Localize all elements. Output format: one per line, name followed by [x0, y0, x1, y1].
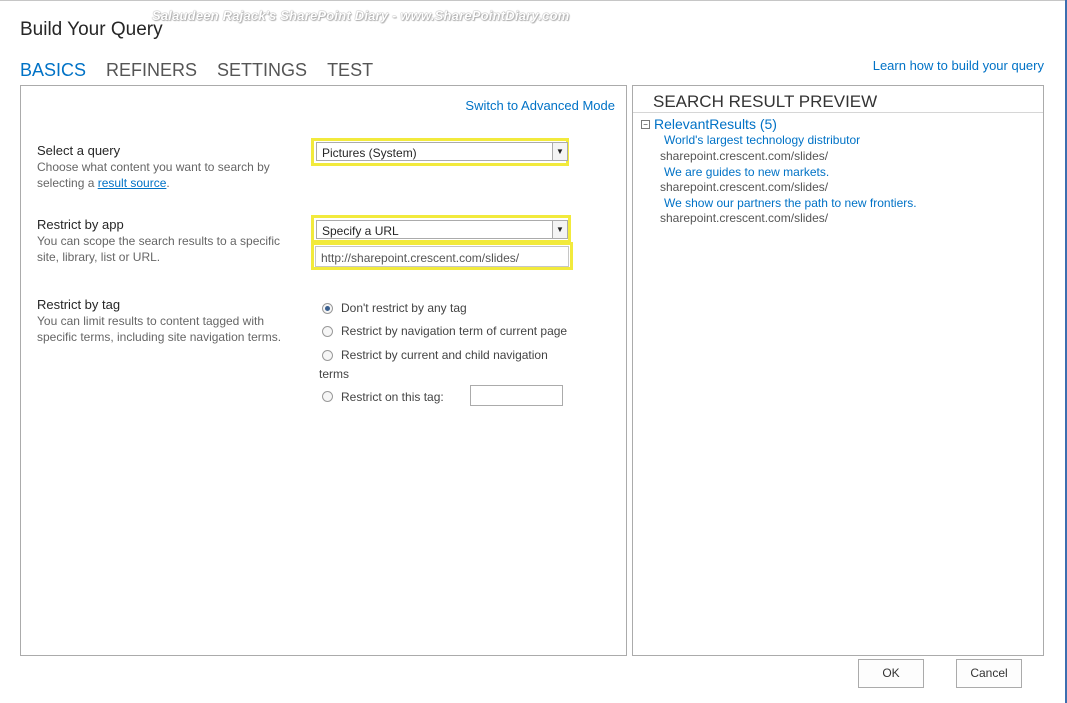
learn-query-link[interactable]: Learn how to build your query: [873, 58, 1044, 73]
radio-nav-term-label: Restrict by navigation term of current p…: [341, 324, 568, 338]
watermark: Salaudeen Rajack's SharePoint Diary - ww…: [152, 8, 570, 23]
query-basics-panel: Switch to Advanced Mode Select a query C…: [20, 85, 627, 656]
radio-no-restrict-label: Don't restrict by any tag: [341, 301, 467, 315]
radio-child-nav-label: Restrict by current and child navigation: [341, 348, 548, 362]
tab-test[interactable]: TEST: [327, 60, 373, 81]
restrict-tag-description: You can limit results to content tagged …: [37, 314, 282, 344]
result-url: sharepoint.crescent.com/slides/: [660, 180, 829, 194]
result-title[interactable]: World's largest technology distributor: [664, 133, 860, 147]
collapse-minus-icon[interactable]: −: [641, 120, 650, 129]
tag-input[interactable]: [470, 385, 563, 406]
tab-bar: BASICS REFINERS SETTINGS TEST: [20, 60, 393, 81]
restrict-tag-title: Restrict by tag: [37, 297, 121, 312]
search-preview-panel: SEARCH RESULT PREVIEW − RelevantResults …: [632, 85, 1044, 656]
app-select-value: Specify a URL: [322, 224, 399, 238]
query-select[interactable]: Pictures (System) ▼: [316, 142, 568, 161]
restrict-app-title: Restrict by app: [37, 217, 124, 232]
result-source-link[interactable]: result source: [98, 176, 167, 190]
window-top-border: [0, 0, 1067, 1]
result-url: sharepoint.crescent.com/slides/: [660, 211, 829, 225]
tab-settings[interactable]: SETTINGS: [217, 60, 307, 81]
restrict-app-description: You can scope the search results to a sp…: [37, 234, 281, 264]
radio-child-nav[interactable]: [322, 350, 333, 361]
app-select[interactable]: Specify a URL ▼: [316, 220, 568, 239]
ok-button[interactable]: OK: [858, 659, 924, 688]
radio-nav-term[interactable]: [322, 326, 333, 337]
select-query-description: Choose what content you want to search b…: [37, 159, 287, 191]
switch-advanced-mode-link[interactable]: Switch to Advanced Mode: [465, 98, 615, 113]
radio-this-tag[interactable]: [322, 391, 333, 402]
radio-child-nav-label-cont: terms: [319, 367, 349, 381]
chevron-down-icon[interactable]: ▼: [552, 143, 567, 160]
dialog-title: Build Your Query: [20, 19, 163, 40]
radio-no-restrict[interactable]: [322, 303, 333, 314]
select-query-title: Select a query: [37, 143, 121, 158]
chevron-down-icon[interactable]: ▼: [552, 221, 567, 238]
query-select-value: Pictures (System): [322, 146, 417, 160]
result-title[interactable]: We show our partners the path to new fro…: [664, 196, 917, 210]
url-input[interactable]: http://sharepoint.crescent.com/slides/: [315, 246, 569, 267]
relevant-results-group[interactable]: RelevantResults (5): [654, 116, 777, 132]
tab-basics[interactable]: BASICS: [20, 60, 86, 81]
select-query-desc-end: .: [166, 176, 170, 190]
result-title[interactable]: We are guides to new markets.: [664, 165, 829, 179]
preview-title: SEARCH RESULT PREVIEW: [653, 92, 878, 111]
cancel-button[interactable]: Cancel: [956, 659, 1022, 688]
radio-this-tag-label: Restrict on this tag:: [341, 390, 444, 404]
preview-divider: [633, 112, 1043, 113]
tab-refiners[interactable]: REFINERS: [106, 60, 197, 81]
result-url: sharepoint.crescent.com/slides/: [660, 149, 829, 163]
